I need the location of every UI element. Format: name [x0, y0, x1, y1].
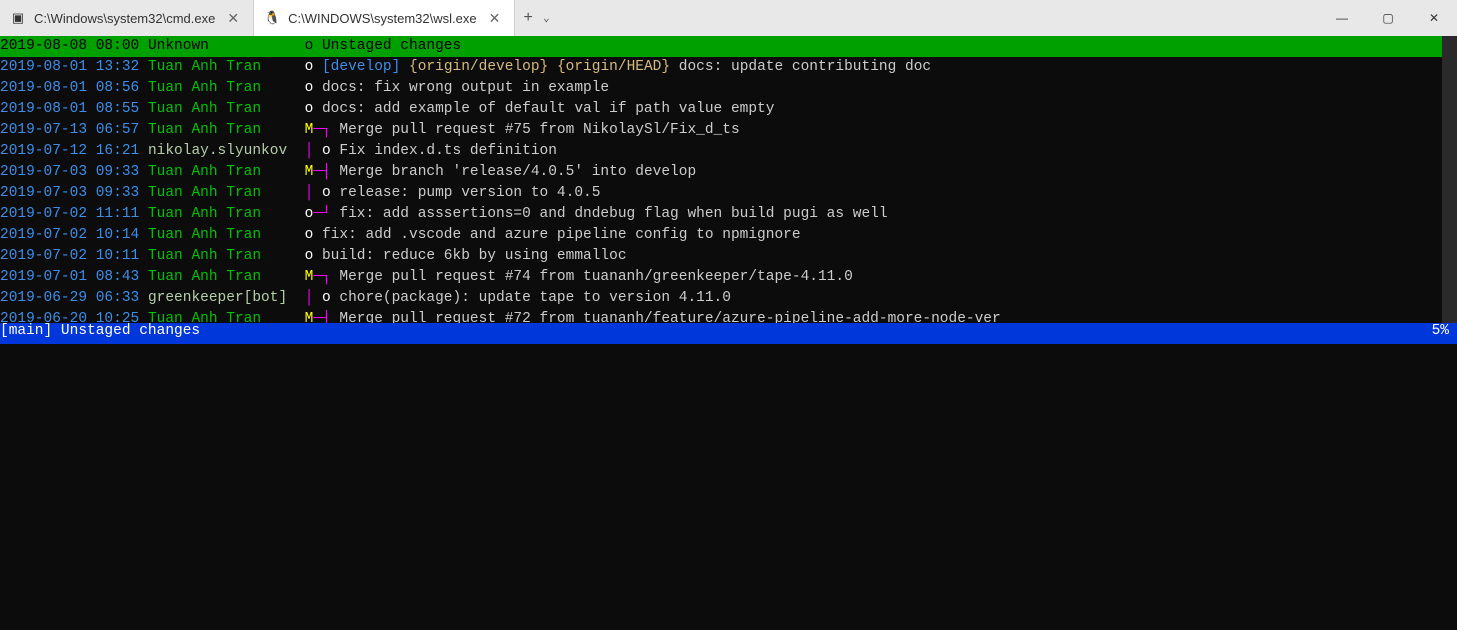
- maximize-button[interactable]: ▢: [1365, 0, 1411, 36]
- commit-message: docs: update contributing doc: [679, 59, 931, 75]
- window-controls: — ▢ ✕: [1319, 0, 1457, 36]
- graph-node: M─┤: [305, 311, 340, 323]
- terminal-icon: ▣: [10, 10, 26, 26]
- new-tab-button[interactable]: +: [523, 9, 533, 27]
- terminal-content[interactable]: 2019-08-08 08:00 Unknown o Unstaged chan…: [0, 36, 1442, 323]
- tabs-container: ▣ C:\Windows\system32\cmd.exe ✕ 🐧 C:\WINDOWS…: [0, 0, 515, 36]
- commit-author: Tuan Anh Tran: [148, 311, 296, 323]
- commit-author: Tuan Anh Tran: [148, 248, 296, 264]
- graph-node: o: [305, 59, 322, 75]
- tab-close-icon[interactable]: ✕: [223, 10, 243, 27]
- commit-date: 2019-07-13 06:57: [0, 122, 139, 138]
- commit-message: docs: fix wrong output in example: [322, 80, 609, 96]
- commit-date: 2019-08-01 08:55: [0, 101, 139, 117]
- ref-label: [develop]: [322, 59, 400, 75]
- commit-message: release: pump version to 4.0.5: [339, 185, 600, 201]
- commit-message: Merge pull request #72 from tuananh/feat…: [339, 311, 1000, 323]
- commit-author: Tuan Anh Tran: [148, 80, 296, 96]
- tab-title: C:\Windows\system32\cmd.exe: [34, 11, 215, 26]
- commit-message: Merge pull request #74 from tuananh/gree…: [339, 269, 852, 285]
- tab-title: C:\WINDOWS\system32\wsl.exe: [288, 11, 477, 26]
- commit-author: Tuan Anh Tran: [148, 227, 296, 243]
- graph-node: o: [305, 227, 322, 243]
- commit-message: docs: add example of default val if path…: [322, 101, 774, 117]
- graph-node: M─┐: [305, 122, 340, 138]
- ref-label: {origin/HEAD}: [557, 59, 670, 75]
- penguin-icon: 🐧: [264, 10, 280, 26]
- commit-author: Tuan Anh Tran: [148, 185, 296, 201]
- close-button[interactable]: ✕: [1411, 0, 1457, 36]
- commit-row[interactable]: 2019-07-03 09:33 Tuan Anh Tran M─┤ Merge…: [0, 162, 1442, 183]
- commit-date: 2019-07-02 10:11: [0, 248, 139, 264]
- graph-node: o─┘: [305, 206, 340, 222]
- commit-row[interactable]: 2019-07-01 08:43 Tuan Anh Tran M─┐ Merge…: [0, 267, 1442, 288]
- commit-author: Tuan Anh Tran: [148, 122, 296, 138]
- commit-author: Tuan Anh Tran: [148, 269, 296, 285]
- commit-date: 2019-07-02 11:11: [0, 206, 139, 222]
- minimize-button[interactable]: —: [1319, 0, 1365, 36]
- graph-node: M─┐: [305, 269, 340, 285]
- commit-row[interactable]: 2019-07-03 09:33 Tuan Anh Tran │ o relea…: [0, 183, 1442, 204]
- commit-row[interactable]: 2019-08-01 13:32 Tuan Anh Tran o [develo…: [0, 57, 1442, 78]
- commit-author: greenkeeper[bot]: [148, 290, 296, 306]
- commit-author: Tuan Anh Tran: [148, 59, 296, 75]
- commit-date: 2019-07-03 09:33: [0, 185, 139, 201]
- commit-message: Merge pull request #75 from NikolaySl/Fi…: [339, 122, 739, 138]
- commit-date: 2019-06-20 10:25: [0, 311, 139, 323]
- commit-date: 2019-07-01 08:43: [0, 269, 139, 285]
- commit-message: Fix index.d.ts definition: [339, 143, 557, 159]
- selected-commit-row[interactable]: 2019-08-08 08:00 Unknown o Unstaged chan…: [0, 36, 1442, 57]
- status-bar: [main] Unstaged changes 5%: [0, 323, 1457, 344]
- commit-author: Tuan Anh Tran: [148, 101, 296, 117]
- tab[interactable]: 🐧 C:\WINDOWS\system32\wsl.exe ✕: [254, 0, 515, 36]
- commit-date: 2019-07-02 10:14: [0, 227, 139, 243]
- scrollbar[interactable]: [1442, 36, 1457, 323]
- commit-message: build: reduce 6kb by using emmalloc: [322, 248, 627, 264]
- title-bar: ▣ C:\Windows\system32\cmd.exe ✕ 🐧 C:\WINDOWS…: [0, 0, 1457, 36]
- graph-node: M─┤: [305, 164, 340, 180]
- commit-message: fix: add asssertions=0 and dndebug flag …: [339, 206, 887, 222]
- tab-close-icon[interactable]: ✕: [485, 10, 505, 27]
- commit-row[interactable]: 2019-07-13 06:57 Tuan Anh Tran M─┐ Merge…: [0, 120, 1442, 141]
- commit-date: 2019-07-03 09:33: [0, 164, 139, 180]
- commit-message: fix: add .vscode and azure pipeline conf…: [322, 227, 801, 243]
- status-left: [main] Unstaged changes: [0, 323, 200, 344]
- commit-row[interactable]: 2019-07-12 16:21 nikolay.slyunkov │ o Fi…: [0, 141, 1442, 162]
- tab[interactable]: ▣ C:\Windows\system32\cmd.exe ✕: [0, 0, 254, 36]
- graph-node: o: [305, 248, 322, 264]
- commit-date: 2019-08-01 13:32: [0, 59, 139, 75]
- tab-dropdown-button[interactable]: ⌄: [543, 11, 550, 25]
- commit-row[interactable]: 2019-07-02 10:14 Tuan Anh Tran o fix: ad…: [0, 225, 1442, 246]
- graph-node: │ o: [305, 185, 340, 201]
- tab-actions: + ⌄: [515, 0, 557, 36]
- commit-row[interactable]: 2019-07-02 10:11 Tuan Anh Tran o build: …: [0, 246, 1442, 267]
- commit-row[interactable]: 2019-06-29 06:33 greenkeeper[bot] │ o ch…: [0, 288, 1442, 309]
- status-right: 5%: [1432, 323, 1457, 344]
- commit-row[interactable]: 2019-08-01 08:55 Tuan Anh Tran o docs: a…: [0, 99, 1442, 120]
- commit-author: nikolay.slyunkov: [148, 143, 296, 159]
- graph-node: o: [305, 80, 322, 96]
- commit-row[interactable]: 2019-07-02 11:11 Tuan Anh Tran o─┘ fix: …: [0, 204, 1442, 225]
- graph-node: │ o: [305, 143, 340, 159]
- graph-node: │ o: [305, 290, 340, 306]
- commit-date: 2019-06-29 06:33: [0, 290, 139, 306]
- commit-date: 2019-07-12 16:21: [0, 143, 139, 159]
- ref-label: {origin/develop}: [409, 59, 548, 75]
- commit-message: chore(package): update tape to version 4…: [339, 290, 731, 306]
- commit-author: Tuan Anh Tran: [148, 164, 296, 180]
- commit-author: Tuan Anh Tran: [148, 206, 296, 222]
- graph-node: o: [305, 101, 322, 117]
- commit-date: 2019-08-01 08:56: [0, 80, 139, 96]
- commit-message: Merge branch 'release/4.0.5' into develo…: [339, 164, 696, 180]
- commit-row[interactable]: 2019-06-20 10:25 Tuan Anh Tran M─┤ Merge…: [0, 309, 1442, 323]
- commit-row[interactable]: 2019-08-01 08:56 Tuan Anh Tran o docs: f…: [0, 78, 1442, 99]
